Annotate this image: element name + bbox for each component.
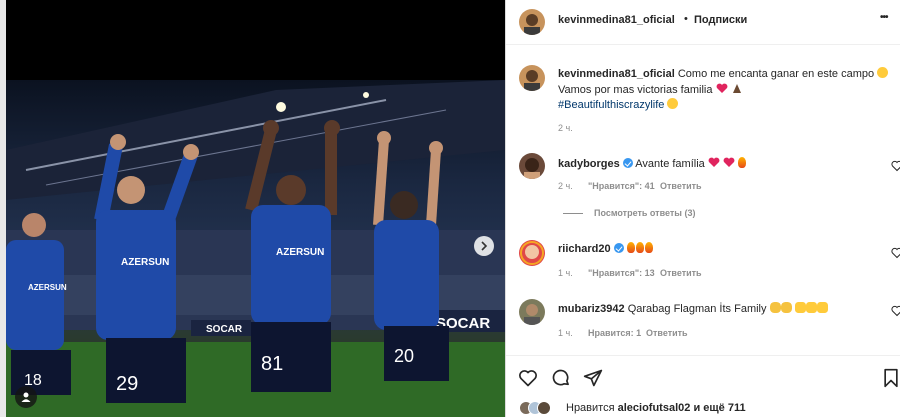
like-comment-heart-icon[interactable]: [891, 305, 900, 317]
comment-item: riichard20 1 ч. "Нравится": 13 Ответить: [506, 237, 900, 287]
handshake-emoji-icon: [816, 302, 828, 313]
praying-hands-emoji-icon: [732, 84, 741, 93]
liked-by-prefix: Нравится: [566, 402, 615, 414]
red-heart-emoji-icon: [708, 157, 720, 167]
comment-body: riichard20: [558, 242, 654, 255]
commenter-avatar[interactable]: [519, 153, 545, 179]
verified-badge-icon: [613, 243, 624, 253]
more-options-button[interactable]: •••: [880, 12, 888, 23]
comment-username[interactable]: mubariz3942: [558, 303, 625, 315]
fire-emoji-icon: [635, 242, 644, 253]
caption-text-2: Vamos por mas victorias familia: [558, 84, 713, 96]
player-4: 20: [373, 131, 449, 381]
reply-button[interactable]: Ответить: [660, 268, 702, 278]
reply-button[interactable]: Ответить: [646, 328, 688, 338]
bookmark-icon[interactable]: [882, 368, 900, 388]
comment-likes[interactable]: "Нравится": 13: [588, 268, 655, 278]
hashtag-link[interactable]: #Beautifulthiscrazylife: [558, 99, 664, 111]
tagged-users-button[interactable]: [15, 386, 37, 408]
fire-emoji-icon: [737, 157, 746, 168]
fire-emoji-icon: [626, 242, 635, 253]
smile-emoji-icon: [877, 67, 889, 78]
separator-dot: •: [684, 13, 688, 25]
liker-avatar: [537, 401, 551, 415]
caption-avatar[interactable]: [519, 65, 545, 91]
svg-text:29: 29: [116, 373, 138, 395]
caption-hashtag[interactable]: #Beautifulthiscrazylife: [558, 98, 679, 111]
floodlight: [276, 102, 286, 112]
red-heart-emoji-icon: [716, 83, 727, 93]
comment-body: mubariz3942 Qarabag Flagman İts Family: [558, 302, 828, 315]
comment-item: kadyborges Avante família 2 ч. "Нравится…: [506, 150, 900, 220]
chevron-right-icon: [481, 241, 488, 251]
like-comment-heart-icon[interactable]: [891, 160, 900, 172]
caption-line-2: Vamos por mas victorias familia: [558, 83, 743, 96]
laughing-emoji-icon: [667, 98, 679, 109]
action-divider: [506, 355, 900, 356]
comment-time: 1 ч.: [558, 268, 573, 278]
caption-username[interactable]: kevinmedina81_oficial: [558, 68, 675, 80]
red-heart-emoji-icon: [723, 157, 735, 167]
comment-icon[interactable]: [551, 368, 571, 388]
author-avatar[interactable]: [519, 9, 545, 35]
handshake-emoji-icon: [805, 302, 817, 313]
svg-text:AZERSUN: AZERSUN: [121, 257, 169, 268]
svg-text:AZERSUN: AZERSUN: [276, 247, 324, 258]
comment-text: Qarabag Flagman İts Family: [627, 303, 767, 315]
liked-by-user[interactable]: aleciofutsal02: [618, 402, 691, 414]
user-tag-icon: [21, 392, 31, 402]
liked-by-text: Нравится aleciofutsal02 и ещё 711: [566, 402, 746, 414]
share-icon[interactable]: [583, 368, 603, 388]
replies-divider: [563, 213, 583, 214]
comment-likes[interactable]: Нравится: 1: [588, 328, 641, 338]
heart-icon[interactable]: [518, 368, 538, 388]
photo-scene: SOCAR SOCAR 18 AZERSUN AZERSUN 29 AZERSU…: [6, 80, 505, 417]
caption-text-1: Como me encanta ganar en este campo: [677, 68, 875, 80]
comment-likes[interactable]: "Нравится": 41: [588, 181, 655, 191]
post-media: SOCAR SOCAR 18 AZERSUN AZERSUN 29 AZERSU…: [0, 0, 505, 417]
comment-item: mubariz3942 Qarabag Flagman İts Family 1…: [506, 297, 900, 347]
post-sidebar: kevinmedina81_oficial • Подписки ••• kev…: [505, 0, 900, 417]
follow-status-button[interactable]: Подписки: [694, 14, 747, 26]
comment-time: 1 ч.: [558, 328, 573, 338]
like-comment-heart-icon[interactable]: [891, 247, 900, 259]
comment-body: kadyborges Avante família: [558, 157, 747, 170]
handshake-emoji-icon: [794, 302, 806, 313]
comment-username[interactable]: kadyborges: [558, 158, 620, 170]
comment-time: 2 ч.: [558, 181, 573, 191]
commenter-avatar[interactable]: [519, 240, 545, 266]
next-photo-button[interactable]: [474, 236, 494, 256]
svg-text:AZERSUN: AZERSUN: [28, 283, 67, 292]
ad-board-1: SOCAR: [206, 324, 243, 335]
verified-badge-icon: [622, 158, 633, 168]
reply-button[interactable]: Ответить: [660, 181, 702, 191]
flexed-biceps-emoji-icon: [780, 302, 792, 313]
comment-text: Avante família: [635, 158, 705, 170]
commenter-avatar[interactable]: [519, 299, 545, 325]
caption: kevinmedina81_oficial Como me encanta ga…: [506, 60, 900, 140]
caption-time: 2 ч.: [558, 123, 573, 133]
author-username[interactable]: kevinmedina81_oficial: [558, 14, 675, 26]
caption-line-1: kevinmedina81_oficial Como me encanta ga…: [558, 67, 889, 80]
liked-by-count[interactable]: и ещё 711: [693, 402, 745, 414]
svg-text:81: 81: [261, 353, 283, 375]
fire-emoji-icon: [644, 242, 653, 253]
comment-username[interactable]: riichard20: [558, 243, 611, 255]
post-photo[interactable]: SOCAR SOCAR 18 AZERSUN AZERSUN 29 AZERSU…: [6, 80, 505, 417]
post-header: kevinmedina81_oficial • Подписки •••: [506, 0, 900, 45]
view-replies-button[interactable]: Посмотреть ответы (3): [594, 208, 695, 218]
svg-text:20: 20: [394, 346, 414, 366]
flexed-biceps-emoji-icon: [769, 302, 781, 313]
